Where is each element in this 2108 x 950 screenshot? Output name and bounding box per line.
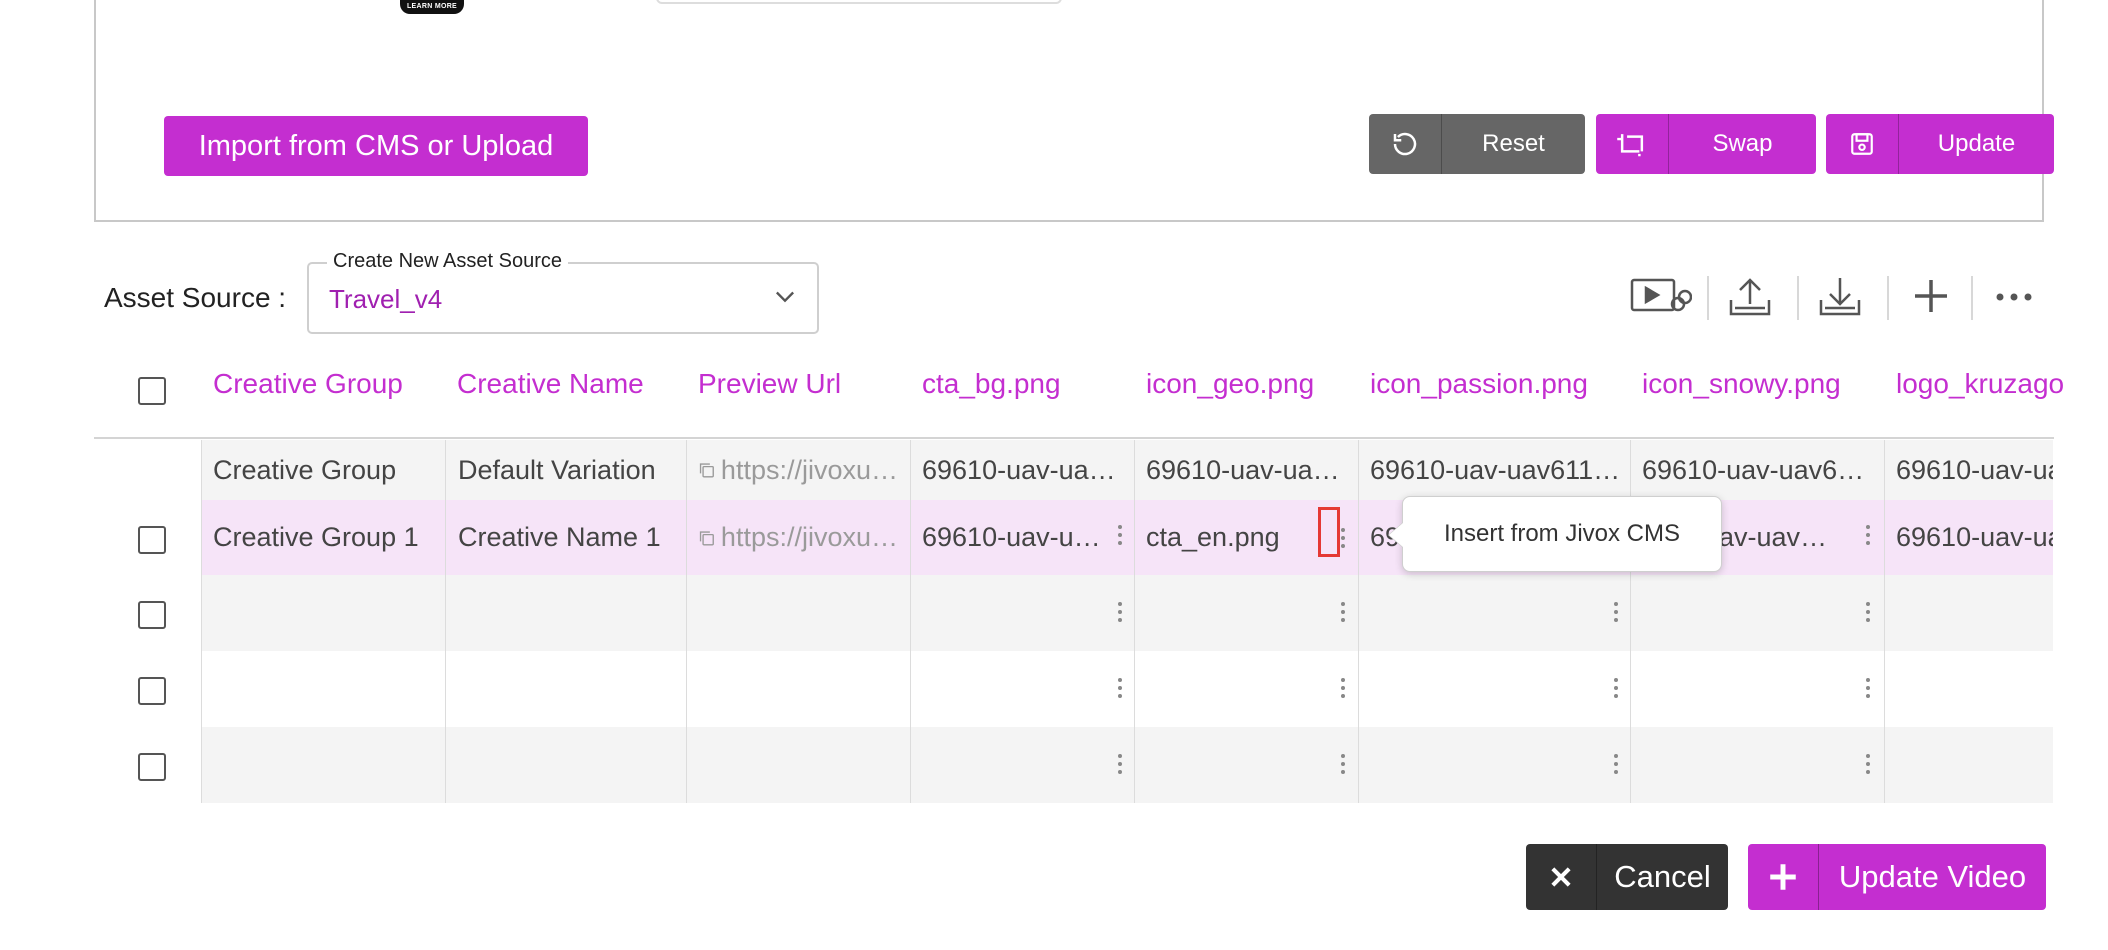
highlight-box bbox=[1318, 507, 1340, 557]
column-divider bbox=[1358, 440, 1359, 803]
row-checkbox[interactable] bbox=[138, 526, 166, 554]
select-all-checkbox[interactable] bbox=[138, 377, 166, 405]
cell-menu-icon[interactable] bbox=[1613, 754, 1619, 774]
preview-url: https://jivoxu… bbox=[720, 522, 898, 552]
cell-menu-icon[interactable] bbox=[1340, 678, 1346, 698]
reset-label: Reset bbox=[1482, 130, 1545, 157]
column-divider bbox=[686, 440, 687, 803]
save-icon bbox=[1826, 114, 1899, 174]
toolbar-divider bbox=[1707, 276, 1709, 320]
swap-icon bbox=[1596, 114, 1669, 174]
cell-menu-icon[interactable] bbox=[1865, 754, 1871, 774]
table-cell[interactable]: Default Variation bbox=[458, 440, 680, 500]
column-divider bbox=[1134, 440, 1135, 803]
column-divider bbox=[1884, 440, 1885, 803]
header-divider bbox=[94, 437, 2054, 439]
reset-button[interactable]: Reset bbox=[1369, 114, 1585, 174]
swap-label: Swap bbox=[1712, 130, 1773, 157]
video-link-icon[interactable] bbox=[1630, 274, 1693, 325]
cell-menu-icon[interactable] bbox=[1865, 525, 1871, 545]
asset-source-value: Travel_v4 bbox=[329, 284, 443, 314]
insert-from-cms-menu-item[interactable]: Insert from Jivox CMS bbox=[1402, 496, 1722, 572]
cell-menu-icon[interactable] bbox=[1117, 754, 1123, 774]
table-cell[interactable]: 69610-uav-uav6… bbox=[1642, 440, 1878, 500]
column-header[interactable]: icon_geo.png bbox=[1146, 368, 1314, 400]
table-cell[interactable]: Creative Group 1 bbox=[213, 500, 441, 575]
column-header[interactable]: Creative Group bbox=[213, 368, 403, 400]
column-divider bbox=[201, 440, 202, 803]
cancel-button[interactable]: Cancel bbox=[1526, 844, 1728, 910]
cell-menu-icon[interactable] bbox=[1340, 754, 1346, 774]
cell-menu-icon[interactable] bbox=[1117, 525, 1123, 545]
column-header[interactable]: icon_snowy.png bbox=[1642, 368, 1841, 400]
cell-menu-icon[interactable] bbox=[1117, 678, 1123, 698]
cancel-label: Cancel bbox=[1614, 859, 1711, 894]
table-row bbox=[201, 651, 2053, 727]
default-row: Creative Group Default Variation https:/… bbox=[201, 440, 2053, 500]
table-cell[interactable]: 69610-uav-ua… bbox=[1146, 440, 1346, 500]
cell-menu-icon[interactable] bbox=[1613, 602, 1619, 622]
table-cell[interactable]: 69610-uav-ua… bbox=[922, 440, 1122, 500]
toolbar-divider bbox=[1797, 276, 1799, 320]
row-checkbox[interactable] bbox=[138, 601, 166, 629]
chevron-down-icon bbox=[771, 282, 799, 315]
table-cell[interactable]: https://jivoxu… bbox=[698, 440, 898, 500]
asset-source-label: Asset Source : bbox=[104, 282, 287, 313]
cell-menu-icon[interactable] bbox=[1865, 678, 1871, 698]
table-cell[interactable]: uav-uav… bbox=[1704, 500, 1854, 575]
update-button[interactable]: Update bbox=[1826, 114, 2054, 174]
table-cell[interactable]: 69610-uav-u… bbox=[922, 500, 1098, 575]
upload-icon[interactable] bbox=[1727, 274, 1773, 325]
cell-menu-icon[interactable] bbox=[1613, 678, 1619, 698]
toolbar-divider bbox=[1887, 276, 1889, 320]
asset-source-select[interactable]: Create New Asset Source Travel_v4 bbox=[307, 250, 819, 334]
row-checkbox[interactable] bbox=[138, 753, 166, 781]
add-icon[interactable] bbox=[1909, 274, 1953, 323]
update-video-button[interactable]: Update Video bbox=[1748, 844, 2046, 910]
table-cell[interactable]: cta_en.png bbox=[1146, 500, 1306, 575]
column-header[interactable]: logo_kruzago bbox=[1896, 368, 2064, 400]
preview-field bbox=[656, 0, 1062, 4]
table-cell[interactable]: Creative Group bbox=[213, 440, 441, 500]
update-label: Update bbox=[1937, 130, 2016, 157]
column-divider bbox=[1630, 440, 1631, 803]
row-checkbox[interactable] bbox=[138, 677, 166, 705]
download-icon[interactable] bbox=[1817, 274, 1863, 325]
cell-menu-icon[interactable] bbox=[1865, 602, 1871, 622]
column-header[interactable]: cta_bg.png bbox=[922, 368, 1061, 400]
table-row bbox=[201, 727, 2053, 803]
plus-icon bbox=[1748, 844, 1819, 910]
cell-menu-icon[interactable] bbox=[1340, 602, 1346, 622]
import-button[interactable]: Import from CMS or Upload bbox=[164, 116, 588, 176]
reset-icon bbox=[1369, 114, 1442, 174]
table-cell[interactable]: 69610-uav-uav611… bbox=[1370, 440, 1626, 500]
toolbar-divider bbox=[1971, 276, 1973, 320]
table-cell[interactable]: 69610-uav-uav bbox=[1896, 440, 2053, 500]
cell-menu-icon[interactable] bbox=[1340, 528, 1346, 548]
table-cell[interactable]: https://jivoxu… bbox=[698, 500, 898, 575]
copy-icon bbox=[699, 463, 714, 478]
learn-more-badge: LEARN MORE bbox=[400, 0, 464, 14]
table-row: Creative Group 1 Creative Name 1 https:/… bbox=[201, 500, 2053, 575]
column-divider bbox=[445, 440, 446, 803]
more-icon[interactable] bbox=[1994, 282, 2034, 317]
asset-source-legend: Create New Asset Source bbox=[327, 250, 568, 273]
table-cell[interactable]: Creative Name 1 bbox=[458, 500, 680, 575]
cell-menu-icon[interactable] bbox=[1117, 602, 1123, 622]
close-icon bbox=[1526, 844, 1597, 910]
table-cell[interactable]: 69610-uav-uav bbox=[1896, 500, 2053, 575]
column-header[interactable]: icon_passion.png bbox=[1370, 368, 1588, 400]
update-video-label: Update Video bbox=[1838, 859, 2027, 894]
preview-url: https://jivoxu… bbox=[720, 454, 898, 485]
copy-icon bbox=[699, 530, 714, 545]
column-header[interactable]: Preview Url bbox=[698, 368, 841, 400]
column-divider bbox=[910, 440, 911, 803]
swap-button[interactable]: Swap bbox=[1596, 114, 1816, 174]
column-header[interactable]: Creative Name bbox=[457, 368, 644, 400]
table-row bbox=[201, 575, 2053, 651]
preview-panel: LEARN MORE Import from CMS or Upload bbox=[94, 0, 2044, 222]
